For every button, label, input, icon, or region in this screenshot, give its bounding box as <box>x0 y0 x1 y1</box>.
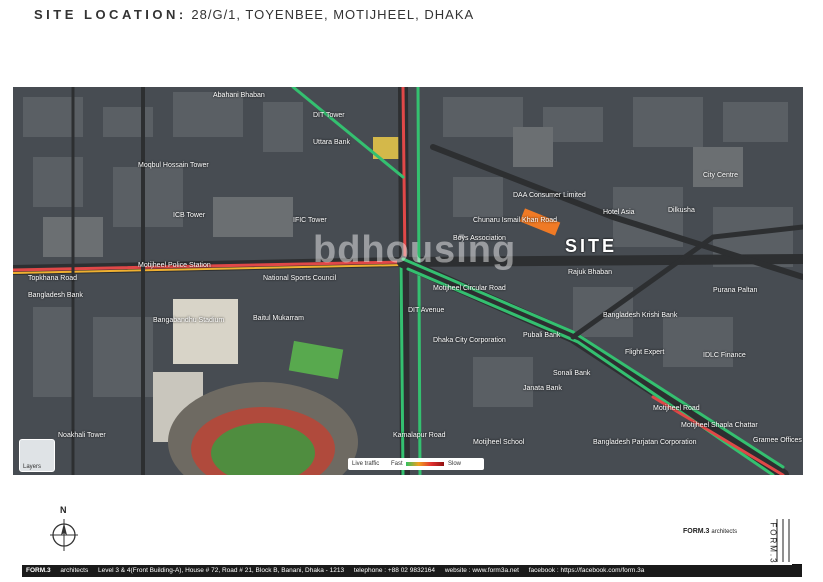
map-place-label: Uttara Bank <box>313 139 350 146</box>
footer-website[interactable]: website : www.form3a.net <box>445 567 519 574</box>
map-place-label: Boys Association <box>453 235 506 242</box>
site-map[interactable]: bdhousing SITE DIT Tower Uttara Bank Aba… <box>13 87 803 475</box>
map-place-label: Motijheel School <box>473 439 525 446</box>
map-place-label: Sonali Bank <box>553 370 591 377</box>
map-place-label: DIT Avenue <box>408 307 445 314</box>
firm-logo-name: FORM.3 <box>683 528 710 535</box>
map-canvas <box>13 87 803 475</box>
map-place-label: Bangladesh Bank <box>28 292 83 299</box>
map-place-label: Flight Expert <box>625 349 665 356</box>
footer-facebook[interactable]: facebook : https://facebook.com/form.3a <box>529 567 645 574</box>
map-place-label: IDLC Finance <box>703 352 746 359</box>
footer-brand-suffix: architects <box>60 567 89 574</box>
map-place-label: Pubali Bank <box>523 332 561 339</box>
map-place-label: Kamalapur Road <box>393 432 446 439</box>
site-location-header: SITE LOCATION: 28/G/1, TOYENBEE, MOTIJHE… <box>34 7 474 22</box>
map-place-label: Gramee Offices <box>753 437 802 444</box>
map-place-label: Noakhali Tower <box>58 432 106 439</box>
map-place-label: Dilkusha <box>668 207 695 214</box>
map-place-label: Hotel Asia <box>603 209 635 216</box>
map-place-label: Bangladesh Krishi Bank <box>603 312 678 319</box>
site-address: 28/G/1, TOYENBEE, MOTIJHEEL, DHAKA <box>191 7 475 22</box>
footer-address: Level 3 & 4(Front Building-A), House # 7… <box>98 567 345 574</box>
map-place-label: Rajuk Bhaban <box>568 269 612 276</box>
north-arrow-icon: N <box>48 505 80 551</box>
map-place-label: DIT Tower <box>313 112 345 119</box>
map-place-label: Janata Bank <box>523 385 562 392</box>
map-place-label: Bangabandhu Stadium <box>153 317 225 324</box>
site-location-label: SITE LOCATION: <box>34 7 187 22</box>
map-place-label: Bangladesh Parjatan Corporation <box>593 439 697 446</box>
map-place-label: IFIC Tower <box>293 217 327 224</box>
map-place-label: Motijheel Circular Road <box>433 285 506 292</box>
live-traffic-label: Live traffic <box>352 461 380 467</box>
firm-logo: FORM.3 architects <box>683 528 737 535</box>
layers-button[interactable]: Layers <box>19 439 55 472</box>
map-place-label: Abahani Bhaban <box>213 92 265 99</box>
map-place-label: Purana Paltan <box>713 287 758 294</box>
footer-brand: FORM.3 <box>26 567 51 574</box>
footer-telephone: telephone : +88 02 9832164 <box>353 567 436 574</box>
north-label: N <box>60 505 67 515</box>
firm-logo-suffix: architects <box>711 529 738 535</box>
map-place-label: Dhaka City Corporation <box>433 337 506 344</box>
map-place-label: Topkhana Road <box>28 275 78 282</box>
map-place-label: DAA Consumer Limited <box>513 192 586 199</box>
map-place-label: National Sports Council <box>263 275 337 282</box>
map-place-label: Chunaru Ismail Khan Road <box>473 217 558 224</box>
traffic-fast-label: Fast <box>391 461 403 467</box>
traffic-gradient <box>406 462 444 466</box>
map-place-label: City Centre <box>703 172 739 179</box>
live-traffic-legend: Live traffic Fast Slow <box>348 458 484 470</box>
map-place-label: Motijheel Shapla Chattar <box>681 422 758 429</box>
map-place-label: ICB Tower <box>173 212 206 219</box>
map-place-label: Motijheel Police Station <box>138 262 211 269</box>
site-marker-label: SITE <box>565 236 618 256</box>
map-place-label: Moqbul Hossain Tower <box>138 162 209 169</box>
footer-bar: FORM.3 architects Level 3 & 4(Front Buil… <box>22 565 802 577</box>
layers-label: Layers <box>23 464 42 470</box>
map-place-label: Motijheel Road <box>653 405 700 412</box>
traffic-slow-label: Slow <box>448 461 462 467</box>
vertical-logo-text: FORM.3 <box>768 522 778 565</box>
map-place-label: Baitul Mukarram <box>253 315 304 322</box>
